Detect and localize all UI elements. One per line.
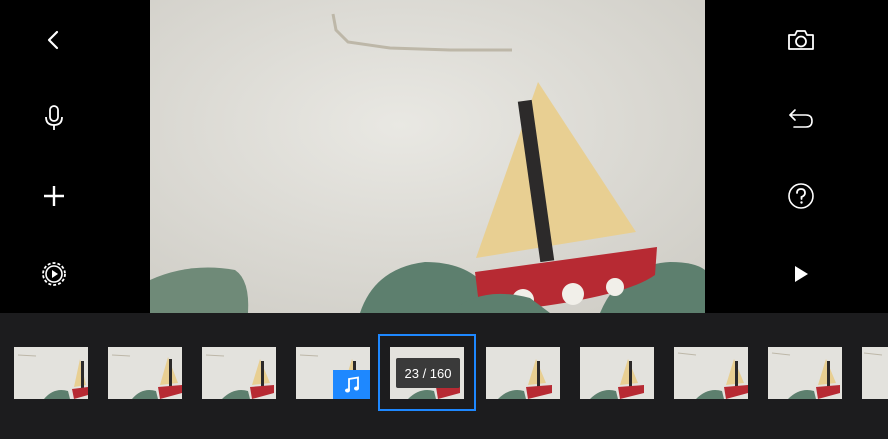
undo-icon bbox=[789, 109, 813, 128]
gear-icon bbox=[42, 262, 66, 286]
microphone-icon bbox=[45, 105, 63, 130]
frame-thumbnail[interactable] bbox=[486, 347, 560, 399]
audio-track-badge[interactable] bbox=[333, 370, 370, 399]
frame-thumbnail[interactable] bbox=[108, 347, 182, 399]
frame-counter: 23 / 160 bbox=[396, 358, 460, 388]
record-audio-button[interactable] bbox=[32, 96, 76, 140]
add-button[interactable] bbox=[32, 174, 76, 218]
back-button[interactable] bbox=[32, 18, 76, 62]
camera-button[interactable] bbox=[779, 18, 823, 62]
question-circle-icon bbox=[788, 183, 814, 209]
frame-thumbnail[interactable] bbox=[580, 347, 654, 399]
help-button[interactable] bbox=[779, 174, 823, 218]
left-toolbar bbox=[0, 0, 150, 313]
frame-thumbnail[interactable] bbox=[862, 347, 888, 399]
play-button[interactable] bbox=[779, 252, 823, 296]
preview-image bbox=[150, 0, 705, 313]
chevron-left-icon bbox=[47, 30, 59, 50]
settings-button[interactable] bbox=[32, 252, 76, 296]
play-icon bbox=[795, 266, 808, 282]
frame-thumbnail[interactable] bbox=[14, 347, 88, 399]
undo-button[interactable] bbox=[779, 96, 823, 140]
camera-icon bbox=[788, 30, 814, 50]
frame-preview[interactable] bbox=[150, 0, 705, 313]
frame-thumbnail[interactable] bbox=[202, 347, 276, 399]
right-toolbar bbox=[705, 0, 888, 313]
frame-thumbnail[interactable] bbox=[674, 347, 748, 399]
plus-icon bbox=[44, 186, 64, 206]
music-note-icon bbox=[344, 375, 359, 392]
frame-thumbnail[interactable] bbox=[768, 347, 842, 399]
